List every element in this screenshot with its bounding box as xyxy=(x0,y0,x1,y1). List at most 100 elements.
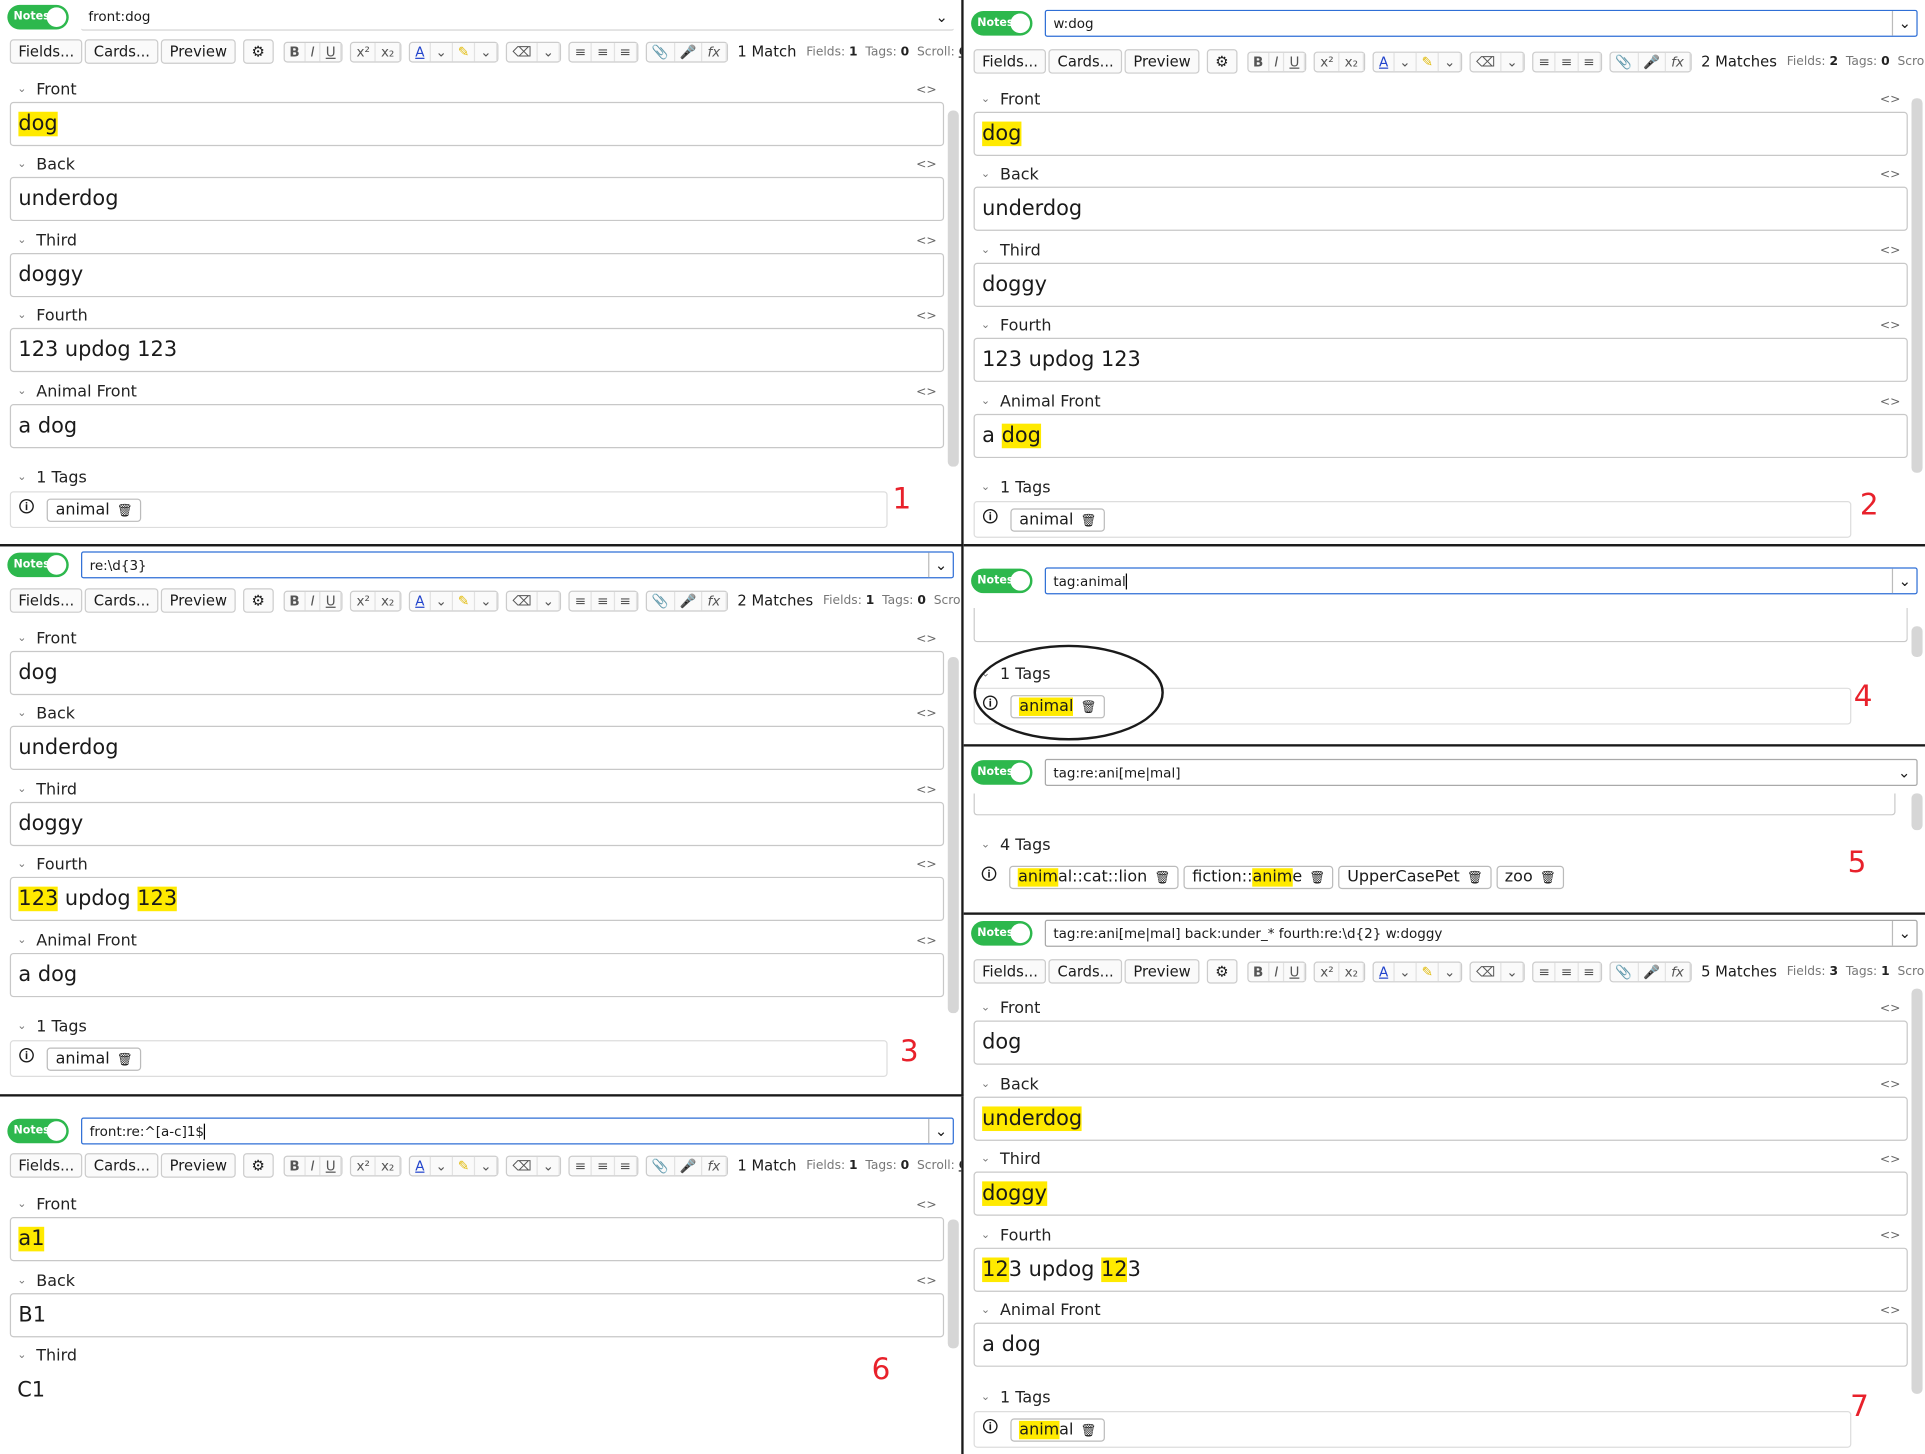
chevron-down-icon[interactable]: ⌄ xyxy=(17,1275,26,1287)
scrollbar[interactable] xyxy=(947,657,959,1014)
cards-button[interactable]: Cards... xyxy=(1048,49,1123,74)
italic-button[interactable]: I xyxy=(306,591,321,610)
chevron-down-icon[interactable]: ⌄ xyxy=(475,1156,498,1175)
field-editor[interactable]: underdog xyxy=(9,176,945,222)
fx-icon[interactable]: fx xyxy=(703,1156,727,1175)
field-editor[interactable]: 123 updog 123 xyxy=(973,1247,1908,1292)
preview-button[interactable]: Preview xyxy=(1124,49,1200,74)
field-editor[interactable] xyxy=(973,793,1896,816)
tag-chip[interactable]: fiction::anime 🗑 xyxy=(1183,865,1334,889)
search-input[interactable]: re:\d{3} ⌄ xyxy=(81,551,954,579)
preview-button[interactable]: Preview xyxy=(161,588,236,613)
tag-chip[interactable]: animal 🗑 xyxy=(46,497,142,522)
paperclip-icon[interactable]: 📎 xyxy=(647,42,675,61)
chevron-down-icon[interactable]: ⌄ xyxy=(17,707,26,719)
code-icon[interactable]: <> xyxy=(916,783,937,797)
italic-button[interactable]: I xyxy=(306,1156,321,1175)
trash-icon[interactable]: 🗑 xyxy=(1155,871,1171,885)
chevron-down-icon[interactable]: ⌄ xyxy=(538,42,561,61)
eraser-icon[interactable]: ⌫ xyxy=(508,1156,538,1175)
chevron-down-icon[interactable]: ⌄ xyxy=(431,591,453,610)
chevron-down-icon[interactable]: ⌄ xyxy=(17,386,26,398)
field-editor[interactable]: doggy xyxy=(973,262,1908,308)
gear-icon[interactable]: ⚙ xyxy=(1206,49,1238,74)
notes-toggle[interactable]: Notes xyxy=(971,760,1033,785)
superscript-button[interactable]: x² xyxy=(352,591,377,610)
superscript-button[interactable]: x² xyxy=(352,42,377,61)
chevron-down-icon[interactable]: ⌄ xyxy=(981,395,990,407)
underline-button[interactable]: U xyxy=(1285,52,1306,71)
chevron-down-icon[interactable]: ⌄ xyxy=(1501,52,1524,71)
code-icon[interactable]: <> xyxy=(1880,93,1901,107)
bullet-list-icon[interactable]: ≡ xyxy=(570,1156,593,1175)
code-icon[interactable]: <> xyxy=(916,83,937,97)
chevron-down-icon[interactable]: ⌄ xyxy=(1394,962,1417,981)
field-editor[interactable]: dog xyxy=(9,101,945,147)
field-editor[interactable]: a dog xyxy=(973,413,1908,459)
code-icon[interactable]: <> xyxy=(916,309,937,323)
italic-button[interactable]: I xyxy=(306,42,321,61)
chevron-down-icon[interactable]: ⌄ xyxy=(981,1153,990,1165)
bold-button[interactable]: B xyxy=(284,591,306,610)
code-icon[interactable]: <> xyxy=(916,234,937,248)
font-color-button[interactable]: A xyxy=(410,42,431,61)
notes-toggle[interactable]: Notes xyxy=(7,1118,69,1144)
align-icon[interactable]: ≡ xyxy=(1578,52,1601,71)
chevron-down-icon[interactable]: ⌄ xyxy=(981,319,990,331)
chevron-down-icon[interactable]: ⌄ xyxy=(17,632,26,644)
chevron-down-icon[interactable]: ⌄ xyxy=(1439,962,1462,981)
code-icon[interactable]: <> xyxy=(916,158,937,172)
chevron-down-icon[interactable]: ⌄ xyxy=(981,1078,990,1090)
superscript-button[interactable]: x² xyxy=(1315,962,1340,981)
tag-chip[interactable]: animal::cat::lion 🗑 xyxy=(1009,865,1179,889)
field-editor[interactable]: underdog xyxy=(973,1096,1908,1141)
gear-icon[interactable]: ⚙ xyxy=(242,39,274,64)
tag-editor[interactable]: 🛈 animal 🗑 xyxy=(973,501,1852,538)
code-icon[interactable]: <> xyxy=(1880,244,1901,258)
scrollbar[interactable] xyxy=(1911,793,1923,831)
microphone-icon[interactable]: 🎤 xyxy=(675,591,703,610)
field-editor[interactable]: 123 updog 123 xyxy=(9,876,945,922)
gear-icon[interactable]: ⚙ xyxy=(1206,959,1238,984)
notes-toggle[interactable]: Notes xyxy=(971,921,1033,946)
code-icon[interactable]: <> xyxy=(916,1198,937,1212)
field-editor[interactable]: underdog xyxy=(973,186,1908,231)
field-editor[interactable]: 123 updog 123 xyxy=(973,337,1908,382)
code-icon[interactable]: <> xyxy=(1880,1153,1901,1167)
field-editor[interactable]: a1 xyxy=(9,1216,945,1262)
field-editor[interactable]: underdog xyxy=(9,725,945,770)
code-icon[interactable]: <> xyxy=(1880,1304,1901,1318)
field-editor[interactable]: doggy xyxy=(9,252,945,298)
align-icon[interactable]: ≡ xyxy=(615,1156,637,1175)
field-editor[interactable]: C1 xyxy=(9,1368,864,1413)
cards-button[interactable]: Cards... xyxy=(85,588,159,613)
field-editor[interactable] xyxy=(973,607,1908,643)
chevron-down-icon[interactable]: ⌄ xyxy=(1394,52,1417,71)
preview-button[interactable]: Preview xyxy=(161,1153,236,1178)
bold-button[interactable]: B xyxy=(1248,962,1270,981)
chevron-down-icon[interactable]: ⌄ xyxy=(17,1199,26,1211)
underline-button[interactable]: U xyxy=(321,42,342,61)
fields-button[interactable]: Fields... xyxy=(9,1153,83,1178)
trash-icon[interactable]: 🗑 xyxy=(117,504,133,518)
code-icon[interactable]: <> xyxy=(916,632,937,646)
field-editor[interactable]: dog xyxy=(973,1020,1908,1065)
code-icon[interactable]: <> xyxy=(916,385,937,399)
chevron-down-icon[interactable]: ⌄ xyxy=(928,1118,953,1144)
chevron-down-icon[interactable]: ⌄ xyxy=(17,309,26,321)
cards-button[interactable]: Cards... xyxy=(85,1153,159,1178)
code-icon[interactable]: <> xyxy=(1880,319,1901,333)
scrollbar[interactable] xyxy=(1911,98,1923,473)
microphone-icon[interactable]: 🎤 xyxy=(1638,52,1667,71)
bold-button[interactable]: B xyxy=(284,1156,306,1175)
field-editor[interactable]: doggy xyxy=(973,1171,1908,1216)
trash-icon[interactable]: 🗑 xyxy=(1540,871,1556,885)
align-icon[interactable]: ≡ xyxy=(615,42,637,61)
fields-button[interactable]: Fields... xyxy=(973,959,1047,984)
gear-icon[interactable]: ⚙ xyxy=(242,588,274,613)
microphone-icon[interactable]: 🎤 xyxy=(675,1156,703,1175)
chevron-down-icon[interactable]: ⌄ xyxy=(928,552,953,578)
search-input[interactable]: tag:re:ani[me|mal] ⌄ xyxy=(1044,758,1918,786)
eraser-icon[interactable]: ⌫ xyxy=(1471,962,1502,981)
font-color-button[interactable]: A xyxy=(410,591,431,610)
